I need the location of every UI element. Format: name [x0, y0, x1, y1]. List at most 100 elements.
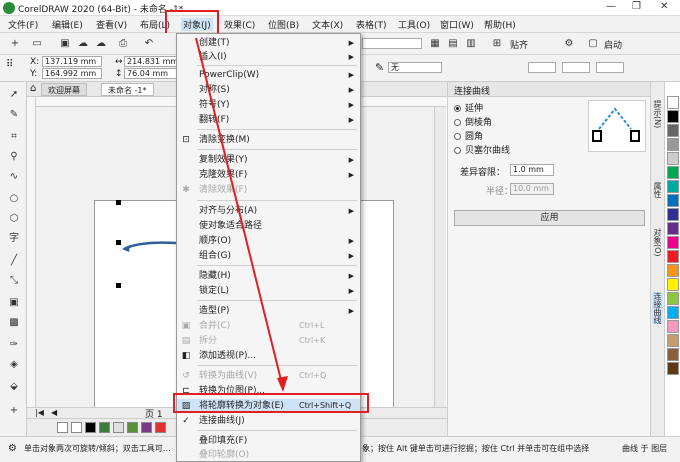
- menu-table[interactable]: 表格(T): [356, 18, 387, 31]
- cloud-download-icon[interactable]: ☁: [76, 37, 90, 51]
- pick-tool-icon[interactable]: ➚: [7, 88, 21, 102]
- menu-file[interactable]: 文件(F): [8, 18, 38, 31]
- option-chamfer[interactable]: 倒棱角: [454, 115, 492, 128]
- option-bezier[interactable]: 贝塞尔曲线: [454, 143, 510, 156]
- settings-icon[interactable]: ⚙: [8, 443, 17, 454]
- tab-objects[interactable]: 对象(O): [652, 228, 663, 257]
- vertical-scrollbar[interactable]: [434, 107, 446, 407]
- color-swatch[interactable]: [667, 96, 679, 109]
- color-swatch[interactable]: [667, 152, 679, 165]
- menu-item-clear-effect[interactable]: ✱ 清除效果(F): [177, 183, 360, 197]
- color-swatch[interactable]: [667, 292, 679, 305]
- menu-effects[interactable]: 效果(C): [224, 18, 255, 31]
- radio-dot[interactable]: [454, 133, 461, 140]
- no-color-swatch[interactable]: [57, 422, 68, 433]
- menu-item-add-perspective[interactable]: ◧ 添加透视(P)...: [177, 349, 360, 363]
- color-swatch[interactable]: [667, 208, 679, 221]
- height-field[interactable]: 76.04 mm: [124, 68, 184, 79]
- option-extend[interactable]: 延伸: [454, 101, 483, 114]
- apply-button[interactable]: 应用: [454, 210, 645, 226]
- fill-tool-icon[interactable]: ◈: [7, 358, 21, 372]
- interactive-tool-icon[interactable]: ⤡: [7, 274, 21, 288]
- radio-dot-selected[interactable]: [454, 105, 461, 112]
- zoom-field[interactable]: [362, 38, 422, 49]
- menu-item-order[interactable]: 顺序(O) ▶: [177, 234, 360, 248]
- color-swatch[interactable]: [667, 180, 679, 193]
- color-swatch[interactable]: [667, 236, 679, 249]
- color-swatch[interactable]: [667, 306, 679, 319]
- tab-welcome[interactable]: 欢迎屏幕: [41, 83, 87, 96]
- menu-item-powerclip[interactable]: PowerClip(W) ▶: [177, 68, 360, 82]
- guides-icon[interactable]: ▥: [464, 37, 478, 51]
- y-position-field[interactable]: 164.992 mm: [42, 68, 102, 79]
- menu-item-join-curves[interactable]: ✓ 连接曲线(J): [177, 414, 360, 428]
- menu-item-overprint-fill[interactable]: 叠印填充(F): [177, 434, 360, 448]
- color-swatch[interactable]: [667, 124, 679, 137]
- color-swatch[interactable]: [113, 422, 124, 433]
- color-swatch[interactable]: [667, 110, 679, 123]
- end-arrow-dropdown[interactable]: [596, 62, 624, 73]
- color-swatch[interactable]: [667, 166, 679, 179]
- crop-tool-icon[interactable]: ⌗: [7, 130, 21, 144]
- tab-hints[interactable]: 提示(N): [652, 100, 663, 128]
- color-swatch[interactable]: [667, 138, 679, 151]
- color-swatch[interactable]: [667, 362, 679, 375]
- menu-bitmap[interactable]: 位图(B): [268, 18, 299, 31]
- shadow-tool-icon[interactable]: ▣: [7, 296, 21, 310]
- color-swatch[interactable]: [667, 334, 679, 347]
- tolerance-field[interactable]: 1.0 mm: [510, 164, 554, 176]
- view-icon[interactable]: ▦: [428, 37, 442, 51]
- menu-item-flip[interactable]: 翻转(F) ▶: [177, 113, 360, 127]
- connector-tool-icon[interactable]: ╱: [7, 254, 21, 268]
- add-tool-icon[interactable]: +: [7, 404, 21, 418]
- width-field[interactable]: 214.831 mm: [124, 56, 184, 67]
- grid-icon[interactable]: ▤: [446, 37, 460, 51]
- tab-properties[interactable]: 属性: [652, 182, 663, 198]
- snap-to-label[interactable]: 贴齐: [510, 38, 528, 51]
- print-icon[interactable]: ⎙: [116, 37, 130, 51]
- menu-item-insert[interactable]: 插入(I) ▶: [177, 50, 360, 64]
- snap-icon[interactable]: ⊞: [490, 37, 504, 51]
- selection-handle[interactable]: [116, 200, 121, 205]
- page-first-icon[interactable]: |◀: [35, 408, 44, 417]
- minimize-button[interactable]: —: [606, 1, 616, 12]
- page-prev-icon[interactable]: ◀: [51, 408, 57, 417]
- menu-tools[interactable]: 工具(O): [398, 18, 430, 31]
- menu-view[interactable]: 查看(V): [96, 18, 127, 31]
- selection-handle[interactable]: [116, 283, 121, 288]
- menu-item-clone-effect[interactable]: 克隆效果(F) ▶: [177, 168, 360, 182]
- menu-help[interactable]: 帮助(H): [484, 18, 516, 31]
- menu-item-symbol[interactable]: 符号(Y) ▶: [177, 98, 360, 112]
- menu-text[interactable]: 文本(X): [312, 18, 343, 31]
- smart-fill-icon[interactable]: ⬙: [7, 380, 21, 394]
- x-position-field[interactable]: 137.119 mm: [42, 56, 102, 67]
- color-swatch[interactable]: [667, 278, 679, 291]
- home-icon[interactable]: ⌂: [30, 83, 36, 94]
- menu-item-convert-to-curves[interactable]: ↺ 转换为曲线(V) Ctrl+Q: [177, 369, 360, 383]
- polygon-tool-icon[interactable]: ⬡: [7, 212, 21, 226]
- color-swatch[interactable]: [127, 422, 138, 433]
- undo-icon[interactable]: ↶: [142, 37, 156, 51]
- color-swatch[interactable]: [667, 194, 679, 207]
- save-icon[interactable]: ▣: [58, 37, 72, 51]
- tab-join-curves[interactable]: 连接曲线: [652, 292, 663, 324]
- start-arrow-dropdown[interactable]: [528, 62, 556, 73]
- outline-width-dropdown[interactable]: 无: [388, 62, 442, 73]
- color-swatch[interactable]: [71, 422, 82, 433]
- menu-item-symmetry[interactable]: 对称(S) ▶: [177, 83, 360, 97]
- color-swatch[interactable]: [155, 422, 166, 433]
- menu-item-shaping[interactable]: 造型(P) ▶: [177, 304, 360, 318]
- freehand-tool-icon[interactable]: ∿: [7, 170, 21, 184]
- maximize-button[interactable]: ❐: [632, 1, 641, 12]
- menu-item-group[interactable]: 组合(G) ▶: [177, 249, 360, 263]
- color-swatch[interactable]: [667, 348, 679, 361]
- menu-item-create[interactable]: 创建(T) ▶: [177, 36, 360, 50]
- color-swatch[interactable]: [667, 264, 679, 277]
- eyedropper-tool-icon[interactable]: ✑: [7, 338, 21, 352]
- radio-dot[interactable]: [454, 119, 461, 126]
- launch-label[interactable]: 启动: [604, 38, 622, 51]
- menu-item-copy-effect[interactable]: 复制效果(Y) ▶: [177, 153, 360, 167]
- menu-window[interactable]: 窗口(W): [440, 18, 474, 31]
- line-style-dropdown[interactable]: [562, 62, 590, 73]
- new-document-icon[interactable]: +: [8, 37, 22, 51]
